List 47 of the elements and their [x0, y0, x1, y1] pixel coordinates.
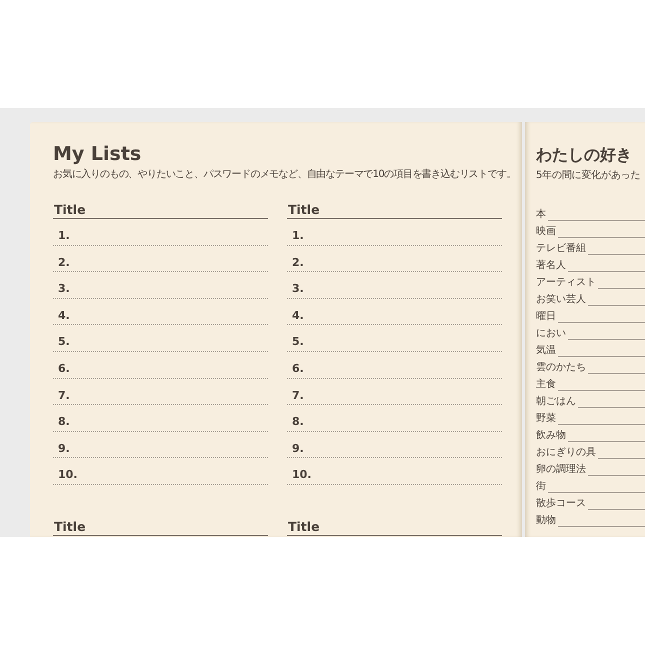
field-label: 飲み物: [536, 430, 567, 442]
fill-in-line[interactable]: 2.: [287, 246, 502, 272]
list-title: Title: [287, 202, 502, 219]
field-label: アーティスト: [536, 277, 597, 289]
fill-in-line[interactable]: 8.: [287, 406, 502, 432]
field-label: 気温: [536, 345, 557, 357]
list-title: Title: [53, 202, 268, 219]
list-title: Title: [53, 518, 268, 536]
fill-in-line[interactable]: 7.: [53, 380, 268, 406]
fill-in-line[interactable]: 4.: [287, 300, 502, 326]
field-label: おにぎりの具: [536, 447, 597, 459]
fill-in-line[interactable]: 7.: [287, 380, 502, 406]
field-label: 本: [536, 209, 547, 221]
field-label: 曜日: [536, 311, 557, 323]
field-label: 著名人: [536, 260, 567, 272]
field-label: 雲のかたち: [536, 362, 587, 374]
fill-in-line[interactable]: 5.: [287, 326, 502, 352]
fill-in-line[interactable]: 9.: [53, 432, 268, 458]
fill-in-line[interactable]: 8.: [53, 406, 268, 432]
page-title: My Lists: [53, 142, 142, 166]
field-label: 卵の調理法: [536, 464, 587, 476]
fill-in-line[interactable]: 3.: [287, 273, 502, 299]
fill-in-line[interactable]: 1.: [53, 220, 268, 246]
field-label: 主食: [536, 379, 557, 391]
field-label: テレビ番組: [536, 243, 587, 255]
field-label: 映画: [536, 226, 557, 238]
fill-in-line[interactable]: 10.: [53, 459, 268, 485]
field-label: におい: [536, 328, 567, 340]
fill-in-line[interactable]: 4.: [53, 300, 268, 326]
field-label: お笑い芸人: [536, 294, 587, 306]
field-label: 野菜: [536, 413, 557, 425]
fill-in-line[interactable]: 6.: [287, 353, 502, 379]
page-subtitle: 5年の間に変化があった: [536, 169, 642, 182]
fill-in-line[interactable]: 9.: [287, 432, 502, 458]
field-label: 散歩コース: [536, 498, 587, 510]
fill-in-line[interactable]: 6.: [53, 353, 268, 379]
fill-in-line[interactable]: 3.: [53, 273, 268, 299]
fill-in-line[interactable]: 5.: [53, 326, 268, 352]
field-label: 朝ごはん: [536, 396, 577, 408]
fill-in-line[interactable]: 2.: [53, 246, 268, 272]
field-label: 動物: [536, 515, 557, 527]
page-subtitle: お気に入りのもの、やりたいこと、パスワードのメモなど、自由なテーマで10の項目を書き込むリストです。: [53, 168, 516, 181]
fill-in-line[interactable]: 1.: [287, 220, 502, 246]
field-label: 街: [536, 481, 547, 493]
fill-in-line[interactable]: 10.: [287, 459, 502, 485]
list-title: Title: [287, 518, 502, 536]
page-title: わたしの好き: [536, 144, 633, 166]
